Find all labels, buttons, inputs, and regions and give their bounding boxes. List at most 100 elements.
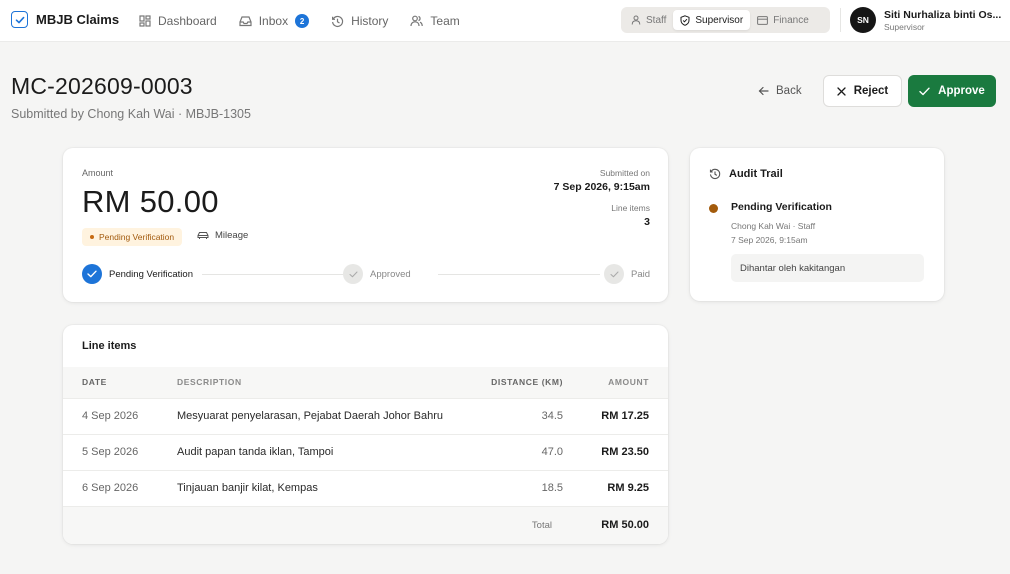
step-label: Paid (631, 268, 651, 280)
step-check-icon (82, 264, 102, 284)
close-icon (837, 86, 846, 96)
step-paid: Paid (604, 264, 650, 284)
role-tab-finance[interactable]: Finance (750, 10, 816, 30)
cell-amount: RM 9.25 (563, 470, 668, 507)
claim-category-label: Mileage (215, 230, 249, 241)
card-icon (757, 15, 769, 25)
page-subtitle: Submitted by Chong Kah Wai · MBJB-1305 (11, 107, 251, 121)
submitted-on-value: 7 Sep 2026, 9:15am (553, 181, 650, 193)
empty-cell (63, 506, 177, 544)
cell-description: Tinjauan banjir kilat, Kempas (177, 470, 447, 507)
back-button[interactable]: Back (758, 82, 802, 100)
line-items-count-value: 3 (644, 216, 650, 228)
role-switcher: Staff Supervisor Finance (621, 7, 830, 33)
step-check-icon (343, 264, 363, 284)
table-row: 5 Sep 2026 Audit papan tanda iklan, Tamp… (63, 434, 668, 471)
line-items-table: DATE DESCRIPTION DISTANCE (KM) AMOUNT 4 … (63, 367, 668, 544)
history-clock-icon (709, 168, 721, 180)
nav-item-history[interactable]: History (331, 0, 388, 42)
role-tab-staff[interactable]: Staff (624, 10, 673, 30)
cell-amount: RM 17.25 (563, 398, 668, 435)
arrow-left-icon (758, 86, 769, 96)
user-avatar[interactable]: SN (850, 7, 876, 33)
role-tab-supervisor[interactable]: Supervisor (673, 10, 751, 30)
cell-distance: 18.5 (447, 470, 563, 507)
team-people-icon (410, 15, 424, 27)
timeline-dot-icon (709, 204, 718, 213)
line-items-title: Line items (82, 340, 137, 352)
nav-item-label: Team (430, 14, 460, 28)
status-badge-label: Pending Verification (99, 232, 175, 242)
table-row: 6 Sep 2026 Tinjauan banjir kilat, Kempas… (63, 470, 668, 507)
claim-progress-stepper: Pending Verification Approved Paid (82, 264, 650, 286)
line-items-count-label: Line items (611, 203, 650, 213)
audit-entry-note: Dihantar oleh kakitangan (731, 254, 924, 282)
nav-item-inbox[interactable]: Inbox 2 (239, 0, 310, 42)
table-header-row: DATE DESCRIPTION DISTANCE (KM) AMOUNT (63, 367, 668, 399)
status-dot-icon (90, 235, 94, 239)
cell-description: Mesyuarat penyelarasan, Pejabat Daerah J… (177, 398, 447, 435)
column-header-description: DESCRIPTION (177, 367, 447, 399)
cell-amount: RM 23.50 (563, 434, 668, 471)
divider (840, 8, 841, 32)
main-nav: Dashboard Inbox 2 History Team (139, 0, 482, 42)
approve-button-label: Approve (938, 85, 985, 97)
claim-category: Mileage (197, 230, 248, 241)
cell-distance: 34.5 (447, 398, 563, 435)
brand-name: MBJB Claims (36, 12, 120, 27)
approve-button[interactable]: Approve (908, 75, 996, 107)
cell-distance: 47.0 (447, 434, 563, 471)
user-role: Supervisor (884, 22, 925, 32)
step-label: Pending Verification (109, 268, 193, 280)
nav-item-label: History (351, 14, 389, 28)
cell-date: 4 Sep 2026 (63, 398, 177, 435)
inbox-count-badge: 2 (295, 14, 310, 28)
car-icon (197, 231, 209, 240)
amount-value: RM 50.00 (82, 184, 219, 219)
audit-entry-status: Pending Verification (731, 201, 832, 213)
history-clock-icon (331, 15, 344, 28)
table-total-row: Total RM 50.00 (63, 506, 668, 544)
nav-item-dashboard[interactable]: Dashboard (139, 0, 217, 42)
line-items-card: Line items DATE DESCRIPTION DISTANCE (KM… (63, 325, 668, 544)
column-header-amount: AMOUNT (563, 367, 668, 399)
brand-check-icon (11, 11, 28, 28)
step-connector (202, 274, 358, 275)
column-header-date: DATE (63, 367, 177, 399)
audit-trail-title-label: Audit Trail (729, 168, 783, 180)
audit-trail-card: Audit Trail Pending Verification Chong K… (690, 148, 944, 301)
reject-button-label: Reject (853, 85, 889, 97)
role-label: Finance (773, 14, 809, 26)
step-check-icon (604, 264, 624, 284)
reject-button[interactable]: Reject (823, 75, 902, 107)
column-header-distance: DISTANCE (KM) (447, 367, 563, 399)
page-title: MC-202609-0003 (11, 73, 193, 99)
nav-item-label: Dashboard (158, 14, 217, 28)
cell-date: 5 Sep 2026 (63, 434, 177, 471)
total-label: Total (447, 506, 563, 544)
user-name[interactable]: Siti Nurhaliza binti Os... (884, 9, 1002, 21)
back-button-label: Back (776, 85, 802, 97)
person-icon (631, 15, 641, 25)
dashboard-grid-icon (139, 15, 151, 27)
amount-label: Amount (82, 168, 114, 178)
claim-summary-card: Amount RM 50.00 Pending Verification Mil… (63, 148, 668, 302)
cell-description: Audit papan tanda iklan, Tampoi (177, 434, 447, 471)
brand[interactable]: MBJB Claims (11, 11, 119, 28)
cell-date: 6 Sep 2026 (63, 470, 177, 507)
audit-entry-time: 7 Sep 2026, 9:15am (731, 235, 808, 245)
step-approved: Approved (343, 264, 411, 284)
inbox-tray-icon (239, 15, 252, 27)
step-label: Approved (370, 268, 411, 280)
audit-entry-actor: Chong Kah Wai · Staff (731, 221, 816, 231)
top-navigation-bar: MBJB Claims Dashboard Inbox 2 History Te… (0, 0, 1010, 42)
audit-trail-title: Audit Trail (709, 168, 783, 180)
nav-item-team[interactable]: Team (410, 0, 460, 42)
check-icon (919, 87, 930, 96)
role-label: Supervisor (695, 14, 744, 26)
nav-item-label: Inbox (258, 14, 289, 28)
step-connector (438, 274, 600, 275)
step-pending-verification: Pending Verification (82, 264, 193, 284)
role-label: Staff (646, 14, 667, 26)
status-badge: Pending Verification (82, 228, 183, 246)
